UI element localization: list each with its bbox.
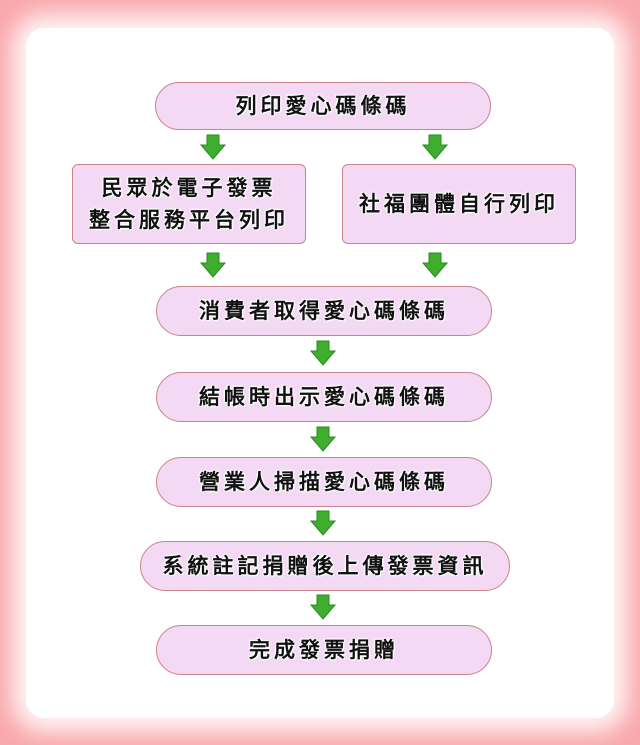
arrow-down-icon	[200, 252, 226, 278]
step-public-print: 民眾於電子發票 整合服務平台列印	[72, 164, 306, 244]
step-consumer-obtain: 消費者取得愛心碼條碼	[156, 286, 492, 336]
arrow-down-icon	[310, 426, 336, 452]
arrow-down-icon	[422, 134, 448, 160]
arrow-down-icon	[310, 510, 336, 536]
step-donation-complete: 完成發票捐贈	[156, 625, 492, 675]
step-system-upload: 系統註記捐贈後上傳發票資訊	[140, 541, 510, 591]
step-merchant-scan: 營業人掃描愛心碼條碼	[156, 457, 492, 507]
arrow-down-icon	[310, 340, 336, 366]
arrow-down-icon	[310, 594, 336, 620]
arrow-down-icon	[422, 252, 448, 278]
step-print-barcode: 列印愛心碼條碼	[155, 82, 491, 130]
step-show-at-checkout: 結帳時出示愛心碼條碼	[156, 372, 492, 422]
arrow-down-icon	[200, 134, 226, 160]
step-welfare-print: 社福團體自行列印	[342, 164, 576, 244]
